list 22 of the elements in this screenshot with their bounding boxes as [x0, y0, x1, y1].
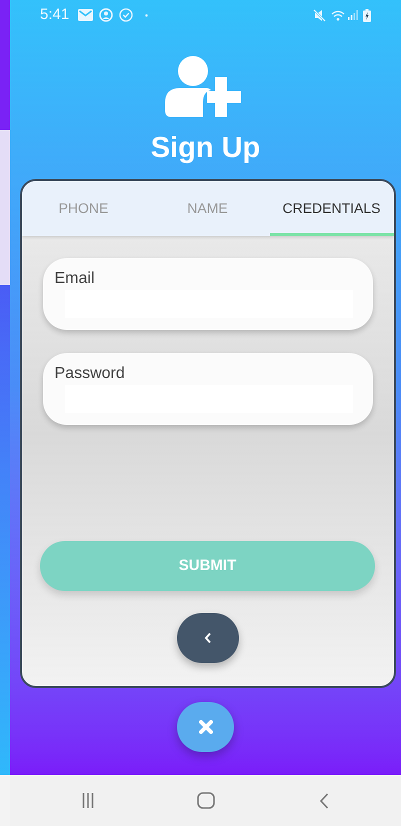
input-field[interactable]: Email [42, 258, 372, 330]
signal-icon [348, 10, 358, 20]
recent-apps-icon[interactable] [82, 793, 94, 808]
check-circle-icon [119, 8, 134, 22]
page-title: Sign Up [150, 134, 260, 163]
back-button[interactable] [176, 613, 238, 663]
status-time: 5:41 [40, 4, 70, 25]
close-icon [198, 719, 214, 735]
home-icon[interactable] [197, 792, 216, 809]
input-field[interactable]: Password [42, 353, 372, 425]
field-label: Password [54, 366, 126, 382]
mail-icon [78, 9, 94, 21]
chevron-left-icon [204, 632, 212, 644]
back-icon[interactable] [319, 792, 330, 808]
mute-icon [313, 8, 326, 22]
tab[interactable]: CREDENTIALS [270, 181, 394, 236]
close-button[interactable] [177, 702, 234, 752]
dot-icon [145, 14, 148, 16]
battery-icon [363, 8, 371, 22]
field-label: Email [54, 271, 96, 287]
wifi-icon [331, 10, 345, 20]
account-icon [99, 8, 114, 22]
